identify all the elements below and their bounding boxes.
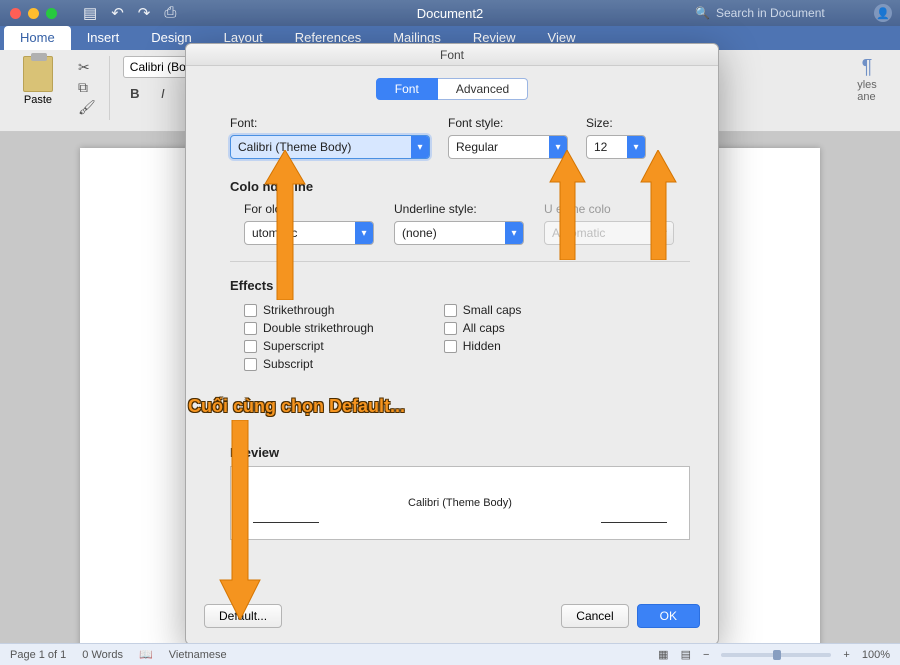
document-title: Document2 bbox=[417, 6, 483, 21]
effect-strikethrough[interactable]: Strikethrough bbox=[244, 303, 374, 317]
dialog-footer: Default... Cancel OK bbox=[186, 592, 718, 644]
search-box[interactable]: 🔍 bbox=[687, 4, 864, 22]
dialog-body: Font: Calibri (Theme Body) ▾ Font style:… bbox=[186, 100, 718, 592]
font-color-select[interactable]: utomatic ▾ bbox=[244, 221, 374, 245]
font-color-label: For olor: bbox=[244, 202, 374, 216]
format-painter-icon[interactable]: 🖌 bbox=[78, 99, 96, 116]
save-icon[interactable]: ▤ bbox=[83, 4, 97, 22]
underline-style-value: (none) bbox=[395, 226, 505, 240]
preview-rule bbox=[253, 522, 319, 523]
checkbox-icon bbox=[444, 322, 457, 335]
title-bar: ▤ ↶ ↷ ⎙ Document2 🔍 👤 bbox=[0, 0, 900, 26]
underline-color-label: U erline colo bbox=[544, 202, 674, 216]
effect-all-caps[interactable]: All caps bbox=[444, 321, 522, 335]
clipboard-icon[interactable] bbox=[23, 56, 53, 92]
paste-label[interactable]: Paste bbox=[24, 94, 52, 106]
undo-icon[interactable]: ↶ bbox=[111, 4, 124, 22]
cancel-button[interactable]: Cancel bbox=[561, 604, 628, 628]
font-field-label: Font: bbox=[230, 116, 430, 130]
pilcrow-icon: ¶ bbox=[862, 56, 873, 79]
checkbox-icon bbox=[244, 340, 257, 353]
effect-small-caps[interactable]: Small caps bbox=[444, 303, 522, 317]
word-count[interactable]: 0 Words bbox=[82, 649, 123, 661]
zoom-in-icon[interactable]: + bbox=[843, 649, 849, 661]
user-avatar-icon[interactable]: 👤 bbox=[874, 4, 892, 22]
color-underline-heading: Colo nderline bbox=[230, 179, 690, 194]
chevron-down-icon: ▾ bbox=[505, 222, 523, 244]
size-label: Size: bbox=[586, 116, 646, 130]
effect-double-strikethrough[interactable]: Double strikethrough bbox=[244, 321, 374, 335]
view-print-layout-icon[interactable]: ▦ bbox=[658, 648, 668, 661]
chevron-down-icon: ▾ bbox=[655, 222, 673, 244]
underline-style-label: Underline style: bbox=[394, 202, 524, 216]
checkbox-icon bbox=[444, 340, 457, 353]
view-web-layout-icon[interactable]: ▤ bbox=[681, 648, 691, 661]
search-icon: 🔍 bbox=[695, 6, 710, 20]
checkbox-icon bbox=[244, 304, 257, 317]
default-button[interactable]: Default... bbox=[204, 604, 282, 628]
font-style-value: Regular bbox=[449, 140, 549, 154]
bold-button[interactable]: B bbox=[123, 82, 147, 104]
font-style-label: Font style: bbox=[448, 116, 568, 130]
preview-rule bbox=[601, 522, 667, 523]
size-select[interactable]: 12 ▾ bbox=[586, 135, 646, 159]
dialog-tab-advanced[interactable]: Advanced bbox=[438, 78, 528, 100]
font-dialog: Font Font Advanced Font: Calibri (Theme … bbox=[185, 43, 719, 645]
page-indicator[interactable]: Page 1 of 1 bbox=[10, 649, 66, 661]
tab-home[interactable]: Home bbox=[4, 26, 71, 50]
copy-icon[interactable]: ⧉ bbox=[78, 79, 96, 96]
cut-icon[interactable]: ✂ bbox=[78, 59, 96, 76]
dialog-tabs: Font Advanced bbox=[186, 78, 718, 100]
window-controls bbox=[0, 8, 57, 19]
zoom-slider[interactable] bbox=[721, 653, 831, 657]
close-window-icon[interactable] bbox=[10, 8, 21, 19]
language-indicator[interactable]: Vietnamese bbox=[169, 649, 227, 661]
separator bbox=[109, 56, 110, 120]
clipboard-minor: ✂ ⧉ 🖌 bbox=[76, 56, 96, 116]
effect-subscript[interactable]: Subscript bbox=[244, 357, 374, 371]
effect-hidden[interactable]: Hidden bbox=[444, 339, 522, 353]
zoom-window-icon[interactable] bbox=[46, 8, 57, 19]
dialog-tab-font[interactable]: Font bbox=[376, 78, 438, 100]
spellcheck-icon[interactable]: 📖 bbox=[139, 648, 153, 661]
size-value: 12 bbox=[587, 140, 627, 154]
underline-color-select: Automatic ▾ bbox=[544, 221, 674, 245]
underline-color-value: Automatic bbox=[545, 226, 655, 240]
ok-button[interactable]: OK bbox=[637, 604, 700, 628]
checkbox-icon bbox=[444, 304, 457, 317]
zoom-level[interactable]: 100% bbox=[862, 649, 890, 661]
chevron-down-icon: ▾ bbox=[549, 136, 567, 158]
checkbox-icon bbox=[244, 358, 257, 371]
font-select[interactable]: Calibri (Theme Body) ▾ bbox=[230, 135, 430, 159]
preview-text: Calibri (Theme Body) bbox=[408, 497, 512, 509]
underline-style-select[interactable]: (none) ▾ bbox=[394, 221, 524, 245]
chevron-down-icon: ▾ bbox=[411, 136, 429, 158]
effects-group: Strikethrough Double strikethrough Super… bbox=[230, 303, 690, 375]
status-bar: Page 1 of 1 0 Words 📖 Vietnamese ▦ ▤ − +… bbox=[0, 643, 900, 665]
styles-pane-label: yles ane bbox=[857, 79, 877, 103]
preview-heading: Preview bbox=[230, 445, 690, 460]
checkbox-icon bbox=[244, 322, 257, 335]
quick-access-toolbar: ▤ ↶ ↷ ⎙ bbox=[83, 4, 176, 22]
styles-pane-button[interactable]: ¶ yles ane bbox=[840, 56, 894, 103]
chevron-down-icon: ▾ bbox=[355, 222, 373, 244]
search-input[interactable] bbox=[716, 6, 856, 20]
zoom-out-icon[interactable]: − bbox=[703, 649, 709, 661]
tab-insert[interactable]: Insert bbox=[71, 26, 136, 50]
print-icon[interactable]: ⎙ bbox=[164, 4, 176, 22]
divider bbox=[230, 261, 690, 262]
redo-icon[interactable]: ↷ bbox=[138, 4, 151, 22]
preview-box: Calibri (Theme Body) bbox=[230, 466, 690, 540]
italic-button[interactable]: I bbox=[151, 82, 175, 104]
effect-superscript[interactable]: Superscript bbox=[244, 339, 374, 353]
effects-heading: Effects bbox=[230, 278, 690, 293]
font-select-value: Calibri (Theme Body) bbox=[231, 140, 411, 154]
paste-group: Paste bbox=[10, 56, 66, 106]
font-color-value: utomatic bbox=[245, 226, 355, 240]
chevron-down-icon: ▾ bbox=[627, 136, 645, 158]
font-style-select[interactable]: Regular ▾ bbox=[448, 135, 568, 159]
dialog-title: Font bbox=[186, 44, 718, 66]
minimize-window-icon[interactable] bbox=[28, 8, 39, 19]
